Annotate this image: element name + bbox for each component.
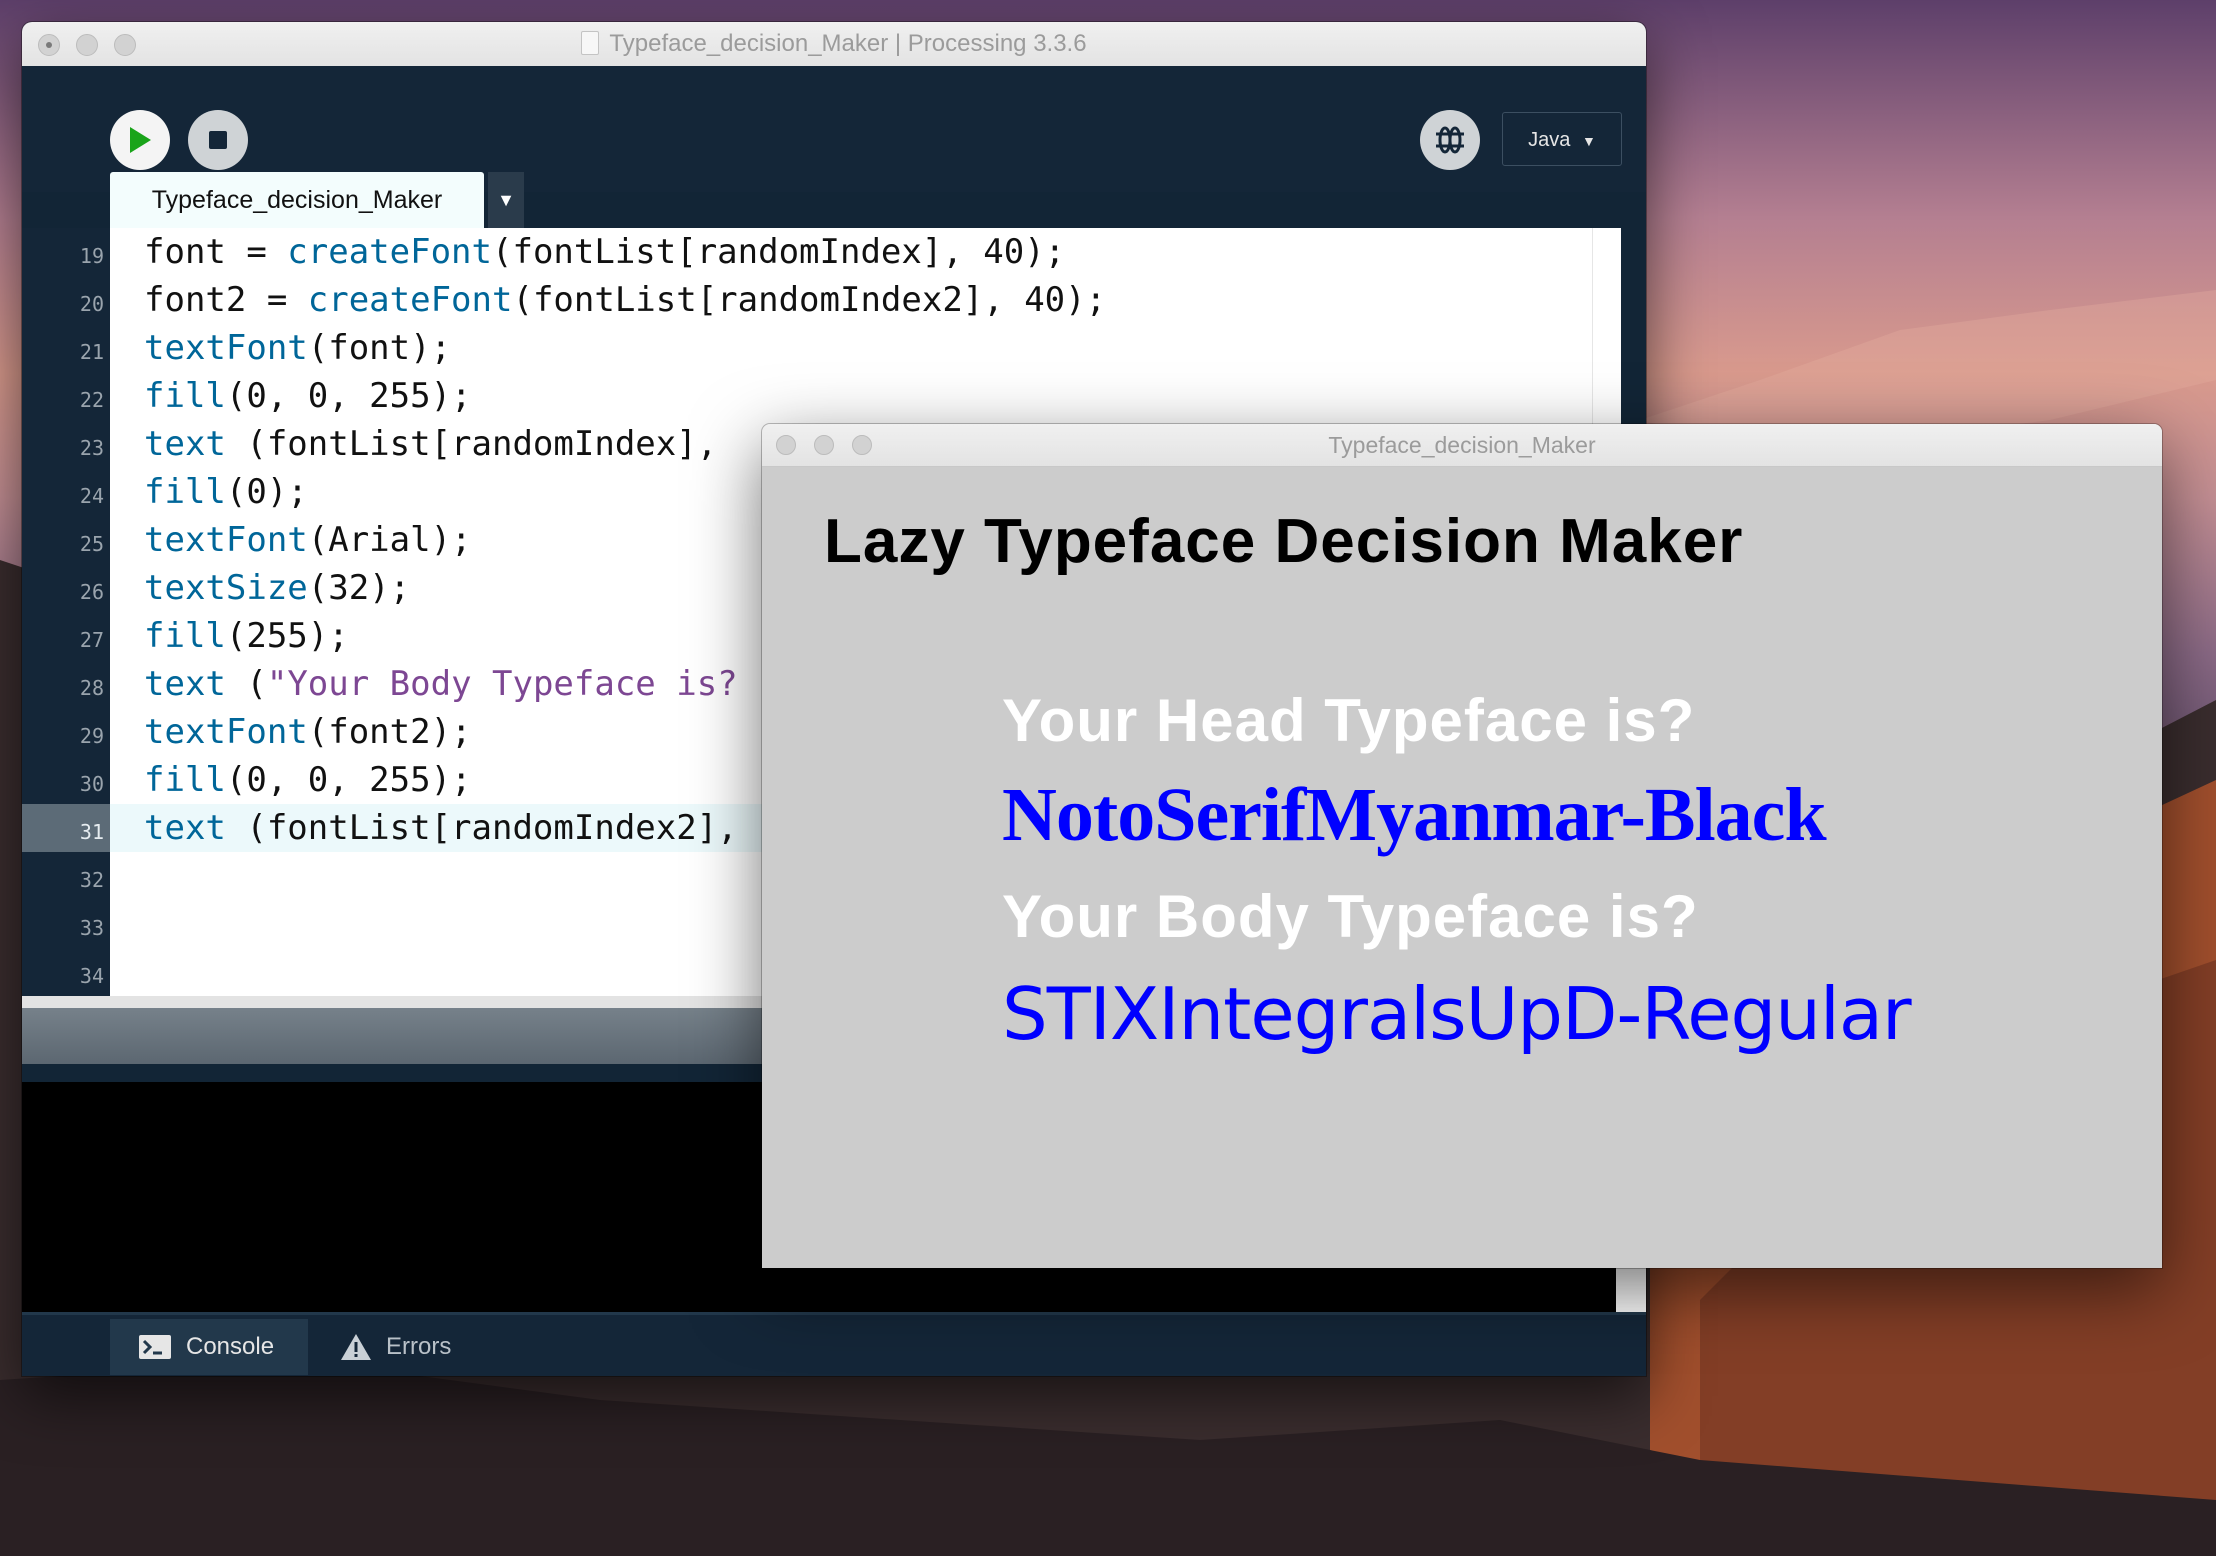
code-text-token: (font); <box>307 328 452 368</box>
line-number: 22 <box>79 388 104 412</box>
terminal-icon <box>139 1335 171 1359</box>
code-line[interactable]: font2 = createFont(fontList[randomIndex2… <box>110 276 1610 324</box>
code-text-token: (32); <box>307 568 411 608</box>
line-number: 27 <box>79 628 104 652</box>
debugger-icon <box>1436 126 1464 154</box>
code-text-token: (0, 0, 255); <box>225 376 472 416</box>
line-number: 19 <box>79 244 104 268</box>
ide-window-title: Typeface_decision_Maker | Processing 3.3… <box>609 30 1087 57</box>
stop-button[interactable] <box>188 110 248 170</box>
play-icon <box>130 127 151 153</box>
errors-tab-label: Errors <box>386 1333 452 1360</box>
ide-titlebar[interactable]: Typeface_decision_Maker | Processing 3.3… <box>22 22 1646 67</box>
line-number: 31 <box>22 804 110 852</box>
line-number: 21 <box>79 340 104 364</box>
code-function-token: createFont <box>307 280 513 320</box>
line-number: 30 <box>79 772 104 796</box>
line-number: 23 <box>79 436 104 460</box>
debugger-button[interactable] <box>1420 110 1480 170</box>
line-number: 20 <box>79 292 104 316</box>
code-text-token: (fontList[randomIndex2], <box>225 808 738 848</box>
tab-menu-button[interactable]: ▼ <box>488 172 524 228</box>
code-function-token: createFont <box>287 232 492 272</box>
line-number: 25 <box>79 532 104 556</box>
code-text-token: font2 = <box>144 280 308 320</box>
code-string-token: "Your Body Typeface is? <box>266 664 738 704</box>
line-number: 26 <box>79 580 104 604</box>
chevron-down-icon: ▼ <box>1581 133 1596 149</box>
code-function-token: textFont <box>144 712 308 752</box>
code-text-token: (0); <box>225 472 308 512</box>
code-line[interactable]: textFont(font); <box>110 324 1610 372</box>
code-text-token: (font2); <box>307 712 472 752</box>
code-text-token: (Arial); <box>307 520 472 560</box>
tab-sketch[interactable]: Typeface_decision_Maker <box>110 172 484 228</box>
chevron-down-icon: ▼ <box>497 190 515 210</box>
code-line[interactable]: fill(0, 0, 255); <box>110 372 1610 420</box>
code-function-token: textFont <box>144 328 308 368</box>
code-function-token: text <box>144 664 226 704</box>
sketch-titlebar[interactable]: Typeface_decision_Maker <box>762 424 2162 467</box>
ide-window-title-wrap: Typeface_decision_Maker | Processing 3.3… <box>22 22 1646 66</box>
sketch-window-title: Typeface_decision_Maker <box>1328 432 1596 458</box>
sketch-output-window: Typeface_decision_Maker Lazy Typeface De… <box>762 424 2162 1268</box>
code-function-token: textSize <box>144 568 308 608</box>
document-icon <box>581 31 600 55</box>
code-line[interactable]: font = createFont(fontList[randomIndex],… <box>110 228 1610 276</box>
code-text-token: (fontList[randomIndex2], 40); <box>512 280 1107 320</box>
stop-icon <box>209 131 227 149</box>
console-tab-label: Console <box>186 1333 275 1360</box>
line-number: 32 <box>79 868 104 892</box>
console-tab[interactable]: Console <box>110 1319 308 1375</box>
code-text-token: font = <box>144 232 288 272</box>
code-text-token: (fontList[randomIndex], <box>225 424 718 464</box>
errors-tab[interactable]: Errors <box>312 1319 510 1375</box>
head-typeface-value: NotoSerifMyanmar-Black <box>1002 773 1827 857</box>
sketch-heading: Lazy Typeface Decision Maker <box>824 507 1744 576</box>
mode-label: Java <box>1528 129 1571 151</box>
head-typeface-label: Your Head Typeface is? <box>1002 687 1696 754</box>
run-button[interactable] <box>110 110 170 170</box>
code-text-token: ( <box>225 664 267 704</box>
code-text-token: (255); <box>225 616 349 656</box>
line-number: 34 <box>79 964 104 988</box>
code-function-token: text <box>144 424 226 464</box>
body-typeface-label: Your Body Typeface is? <box>1002 883 1699 950</box>
line-number-gutter: 19 20 21 22 23 24 25 26 27 28 29 30 31 32 33 34 <box>22 228 110 996</box>
code-function-token: fill <box>144 472 226 512</box>
code-function-token: fill <box>144 616 226 656</box>
ide-footer: Console Errors <box>22 1312 1646 1376</box>
code-function-token: textFont <box>144 520 308 560</box>
body-typeface-value: STIXIntegralsUpD-Regular <box>1002 972 1912 1056</box>
code-text-token: (0, 0, 255); <box>225 760 472 800</box>
code-function-token: fill <box>144 376 226 416</box>
line-number: 29 <box>79 724 104 748</box>
code-text-token: (fontList[randomIndex], 40); <box>492 232 1066 272</box>
line-number: 24 <box>79 484 104 508</box>
warning-icon <box>341 1334 371 1360</box>
code-function-token: text <box>144 808 226 848</box>
line-number: 28 <box>79 676 104 700</box>
code-function-token: fill <box>144 760 226 800</box>
line-number: 33 <box>79 916 104 940</box>
mode-selector[interactable]: Java ▼ <box>1502 112 1622 166</box>
